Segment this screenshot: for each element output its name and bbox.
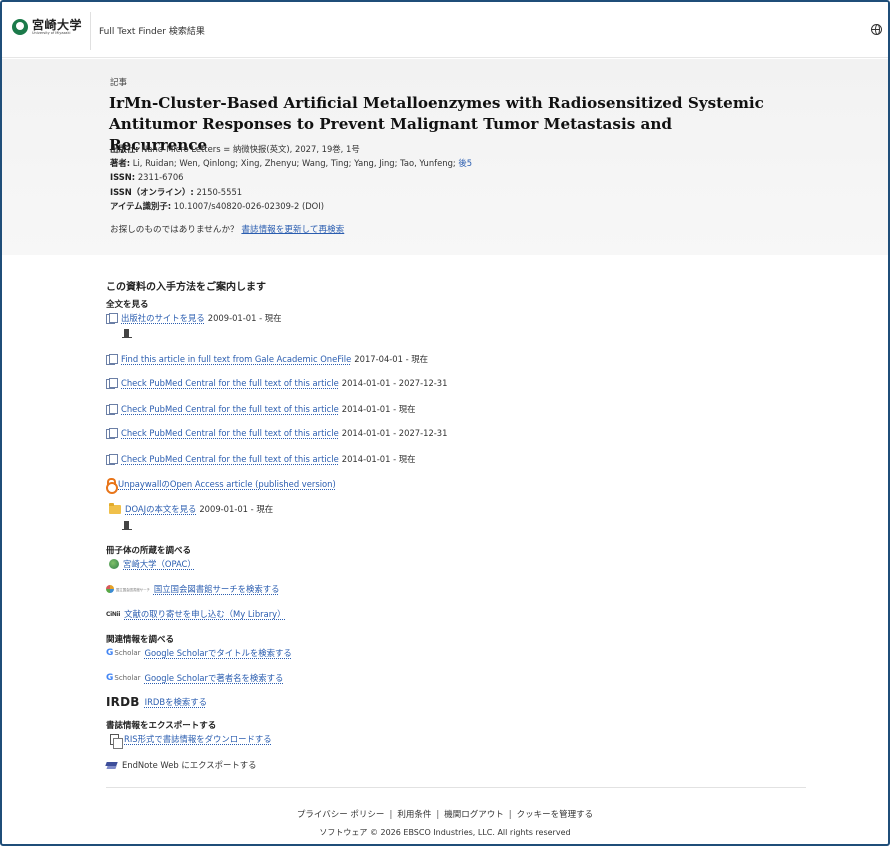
holdings-item: 国立国会図書館サーチ 国立国会図書館サーチを検索する — [106, 583, 280, 595]
ndl-search-link[interactable]: 国立国会図書館サーチを検索する — [154, 583, 280, 595]
authors-line: 著者: Li, Ruidan; Wen, Qinlong; Xing, Zhen… — [110, 158, 473, 169]
google-scholar-icon: G Scholar — [106, 673, 141, 683]
copyright: ソフトウェア © 2026 EBSCO Industries, LLC. All… — [319, 828, 571, 837]
document-request-link[interactable]: 文献の取り寄せを申し込む（My Library） — [124, 608, 285, 620]
eissn-line: ISSN（オンライン）: 2150-5551 — [110, 186, 243, 197]
google-scholar-icon: G Scholar — [106, 648, 141, 658]
coverage-date: 2017-04-01 - 現在 — [354, 354, 429, 364]
top-bar: 宮崎大学 University of Miyazaki Full Text Fi… — [2, 2, 888, 58]
link-icon — [106, 313, 118, 324]
link-icon — [106, 378, 118, 389]
ris-download-link[interactable]: RIS形式で書誌情報をダウンロードする — [124, 733, 272, 745]
fulltext-item: DOAJの本文を見る 2009-01-01 - 現在 — [106, 502, 274, 515]
fulltext-link[interactable]: 出版社のサイトを見る — [121, 312, 205, 324]
endnote-icon — [106, 762, 117, 769]
record-summary: 記事 IrMn-Cluster-Based Artificial Metallo… — [2, 59, 888, 255]
opac-link[interactable]: 宮崎大学（OPAC） — [123, 558, 196, 570]
record-kind: 記事 — [110, 78, 128, 88]
record-metadata: 出版社: Nano-Micro Letters = 纳微快报(英文), 2027… — [110, 142, 472, 213]
institution-logout-link[interactable]: 機関ログアウト — [444, 810, 504, 820]
export-item: EndNote Web にエクスポートする — [106, 759, 256, 771]
scholar-author-link[interactable]: Google Scholarで著者名を検索する — [145, 672, 284, 684]
fulltext-item: Check PubMed Central for the full text o… — [106, 453, 416, 465]
holdings-item: 宮崎大学（OPAC） — [106, 558, 196, 570]
endnote-export-link[interactable]: EndNote Web にエクスポートする — [122, 759, 256, 771]
university-icon — [109, 559, 119, 569]
library-building-icon — [122, 328, 132, 338]
footer-divider — [106, 787, 806, 788]
coverage-date: 2014-01-01 - 現在 — [341, 404, 416, 414]
fulltext-item: Check PubMed Central for the full text o… — [106, 378, 448, 389]
export-item: RIS形式で書誌情報をダウンロードする — [106, 733, 272, 749]
more-authors-link[interactable]: 後5 — [456, 158, 472, 168]
library-building-icon — [122, 520, 132, 530]
link-icon — [106, 454, 118, 465]
not-found-prompt: お探しのものではありませんか？ 書誌情報を更新して再検索 — [110, 225, 345, 235]
access-heading: この資料の入手方法をご案内します — [106, 282, 266, 293]
holdings-heading: 冊子体の所蔵を調べる — [106, 546, 192, 556]
issn-line: ISSN: 2311-6706 — [110, 172, 184, 183]
related-item: IRDB IRDBを検索する — [106, 695, 207, 709]
coverage-date: 2009-01-01 - 現在 — [207, 313, 282, 323]
university-emblem-icon — [12, 19, 28, 36]
scholar-title-link[interactable]: Google Scholarでタイトルを検索する — [145, 647, 292, 659]
document-icon — [110, 733, 123, 749]
holdings-item: CiNii 文献の取り寄せを申し込む（My Library） — [106, 608, 286, 620]
manage-cookies-link[interactable]: クッキーを管理する — [517, 810, 594, 820]
open-access-icon — [106, 477, 118, 494]
header-divider — [90, 12, 91, 50]
unpaywall-link[interactable]: UnpaywallのOpen Access article (published… — [118, 478, 336, 490]
item-id-line: アイテム識別子: 10.1007/s40820-026-02309-2 (DOI… — [110, 200, 324, 211]
privacy-policy-link[interactable]: プライバシー ポリシー — [297, 810, 385, 820]
related-item: G Scholar Google Scholarでタイトルを検索する — [106, 647, 292, 659]
irdb-link[interactable]: IRDBを検索する — [145, 696, 207, 708]
link-icon — [106, 428, 118, 439]
update-search-link[interactable]: 書誌情報を更新して再検索 — [241, 225, 344, 235]
coverage-date: 2014-01-01 - 2027-12-31 — [341, 428, 448, 438]
app-title: Full Text Finder 検索結果 — [99, 27, 205, 37]
fulltext-link[interactable]: Check PubMed Central for the full text o… — [121, 428, 339, 438]
fulltext-link[interactable]: Check PubMed Central for the full text o… — [121, 454, 339, 464]
coverage-date: 2014-01-01 - 現在 — [341, 454, 416, 464]
related-item: G Scholar Google Scholarで著者名を検索する — [106, 672, 283, 684]
export-heading: 書誌情報をエクスポートする — [106, 721, 217, 731]
fulltext-item: Check PubMed Central for the full text o… — [106, 428, 448, 439]
footer-links: プライバシー ポリシー | 利用条件 | 機関ログアウト | クッキーを管理する — [296, 810, 594, 820]
fulltext-heading: 全文を見る — [106, 300, 149, 310]
fulltext-item: UnpaywallのOpen Access article (published… — [106, 477, 336, 494]
doaj-link[interactable]: DOAJの本文を見る — [125, 503, 196, 515]
fulltext-item: Find this article in full text from Gale… — [106, 353, 428, 365]
related-heading: 関連情報を調べる — [106, 635, 175, 645]
fulltext-link[interactable]: Find this article in full text from Gale… — [121, 354, 351, 364]
irdb-icon: IRDB — [106, 695, 140, 709]
fulltext-item: Check PubMed Central for the full text o… — [106, 403, 416, 415]
link-icon — [106, 404, 118, 415]
publisher-line: 出版社: Nano-Micro Letters = 纳微快报(英文), 2027… — [110, 144, 360, 154]
cinii-icon: CiNii — [106, 610, 121, 618]
terms-link[interactable]: 利用条件 — [397, 810, 431, 820]
link-icon — [106, 354, 118, 365]
globe-icon[interactable] — [871, 24, 882, 35]
page-frame: 宮崎大学 University of Miyazaki Full Text Fi… — [0, 0, 890, 846]
coverage-date: 2009-01-01 - 現在 — [199, 504, 274, 514]
logo-text-jp: 宮崎大学 — [32, 18, 83, 32]
folder-icon — [109, 502, 121, 514]
coverage-date: 2014-01-01 - 2027-12-31 — [341, 378, 448, 388]
university-logo[interactable]: 宮崎大学 University of Miyazaki — [12, 19, 82, 36]
fulltext-link[interactable]: Check PubMed Central for the full text o… — [121, 404, 339, 414]
logo-text-en: University of Miyazaki — [32, 31, 71, 35]
fulltext-item: 出版社のサイトを見る 2009-01-01 - 現在 — [106, 312, 282, 324]
ndl-search-icon: 国立国会図書館サーチ — [106, 585, 150, 593]
fulltext-link[interactable]: Check PubMed Central for the full text o… — [121, 378, 339, 388]
